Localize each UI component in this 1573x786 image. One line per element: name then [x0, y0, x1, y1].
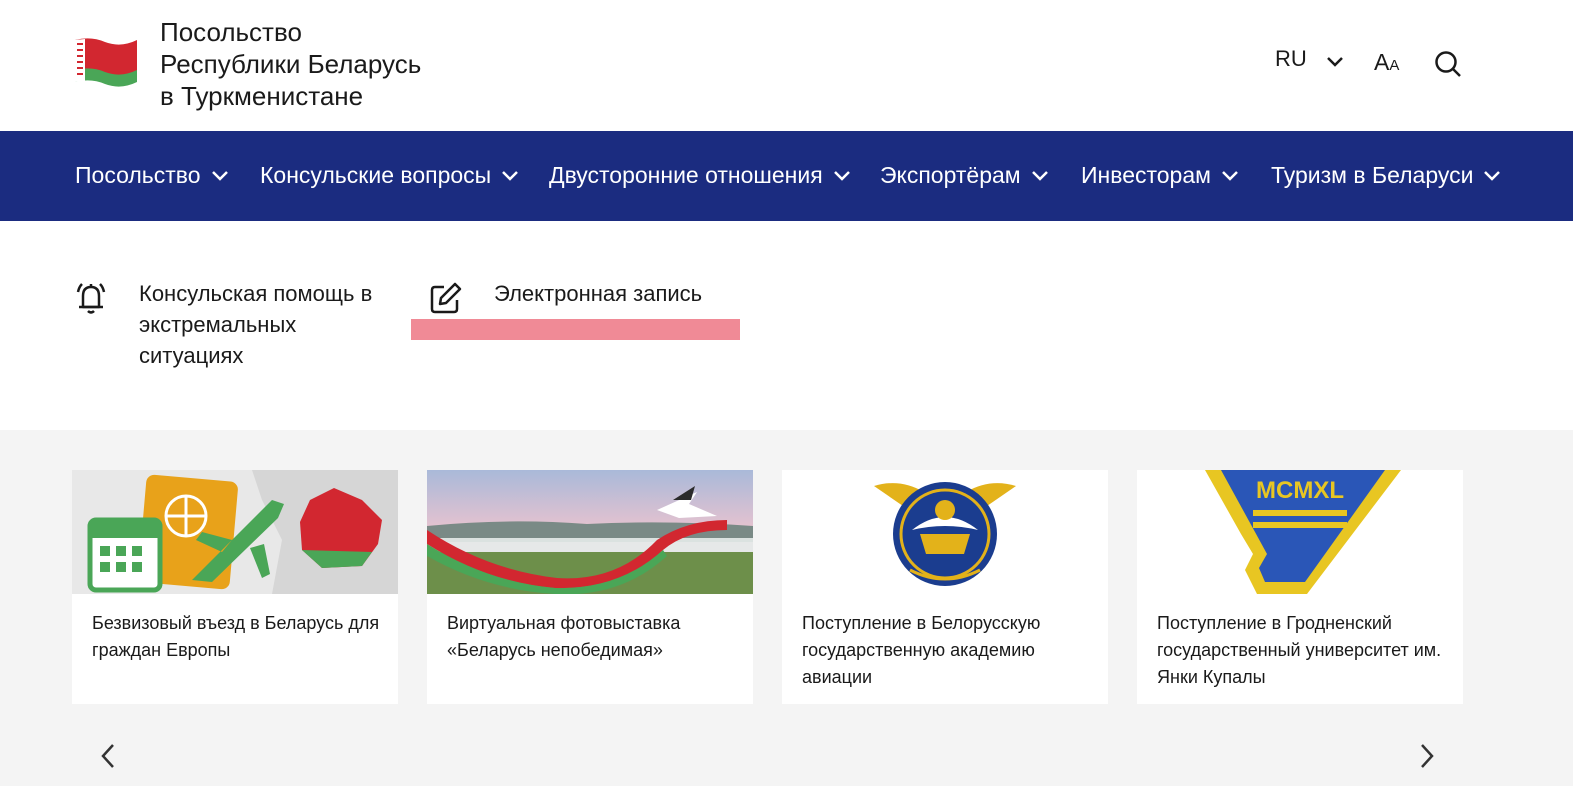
news-card-image	[427, 470, 753, 594]
news-card[interactable]: Виртуальная фотовыставка «Беларусь непоб…	[427, 470, 753, 704]
edit-icon[interactable]	[429, 281, 463, 315]
news-card-image	[72, 470, 398, 594]
chevron-down-icon	[1222, 170, 1238, 181]
quick-links: Консульская помощь в экстремальных ситуа…	[0, 221, 1573, 430]
news-card-image	[782, 470, 1108, 594]
nav-item-bilateral[interactable]: Двусторонние отношения	[549, 162, 851, 189]
chevron-down-icon	[833, 170, 850, 181]
nav-item-label: Инвесторам	[1081, 162, 1211, 188]
news-card[interactable]: Безвизовый въезд в Беларусь для граждан …	[72, 470, 398, 704]
news-card-image: MCMXL	[1137, 470, 1463, 594]
language-selector[interactable]: RU	[1275, 46, 1307, 72]
site-title-line: в Туркменистане	[160, 81, 364, 111]
chevron-down-icon	[1484, 170, 1501, 181]
site-title-line: Республики Беларусь	[160, 49, 422, 79]
nav-item-label: Посольство	[75, 162, 201, 188]
font-size-toggle[interactable]: AA	[1374, 49, 1399, 76]
search-icon[interactable]	[1434, 50, 1462, 78]
site-title[interactable]: Посольство Республики Беларусь в Туркмен…	[160, 16, 421, 112]
news-card[interactable]: Поступление в Белорусскую государственну…	[782, 470, 1108, 704]
nav-item-label: Экспортёрам	[880, 162, 1021, 188]
nav-item-label: Двусторонние отношения	[549, 162, 823, 188]
chevron-down-icon	[211, 170, 228, 181]
flag-logo-icon[interactable]	[71, 36, 139, 88]
chevron-down-icon[interactable]	[1326, 56, 1344, 68]
chevron-down-icon	[1031, 170, 1048, 181]
nav-item-investors[interactable]: Инвесторам	[1081, 162, 1239, 189]
chevron-right-icon[interactable]	[1419, 743, 1435, 769]
news-card-title: Безвизовый въезд в Беларусь для граждан …	[92, 613, 380, 660]
nav-item-embassy[interactable]: Посольство	[75, 162, 229, 189]
news-card-title: Виртуальная фотовыставка «Беларусь непоб…	[447, 613, 681, 660]
nav-item-consular[interactable]: Консульские вопросы	[260, 162, 519, 189]
news-carousel: Безвизовый въезд в Беларусь для граждан …	[0, 430, 1573, 786]
highlight-bar	[411, 319, 740, 340]
news-card-title: Поступление в Гродненский государственны…	[1157, 613, 1442, 687]
chevron-down-icon	[502, 170, 519, 181]
electronic-appointment-link[interactable]: Электронная запись	[494, 278, 702, 309]
font-size-big-label: A	[1374, 49, 1390, 75]
nav-item-label: Консульские вопросы	[260, 162, 492, 188]
news-card-title: Поступление в Белорусскую государственну…	[802, 613, 1041, 687]
site-header: Посольство Республики Беларусь в Туркмен…	[0, 0, 1573, 131]
nav-item-label: Туризм в Беларуси	[1271, 162, 1474, 188]
nav-item-tourism[interactable]: Туризм в Беларуси	[1271, 162, 1501, 189]
nav-item-exporters[interactable]: Экспортёрам	[880, 162, 1049, 189]
bell-icon[interactable]	[74, 280, 108, 316]
font-size-small-label: A	[1389, 57, 1400, 74]
chevron-left-icon[interactable]	[100, 743, 116, 769]
site-title-line: Посольство	[160, 17, 302, 47]
emergency-help-link[interactable]: Консульская помощь в экстремальных ситуа…	[139, 278, 399, 371]
badge-text: MCMXL	[1256, 477, 1344, 504]
main-navigation: Посольство Консульские вопросы Двусторон…	[0, 131, 1573, 221]
news-card[interactable]: MCMXL Поступление в Гродненский государс…	[1137, 470, 1463, 704]
